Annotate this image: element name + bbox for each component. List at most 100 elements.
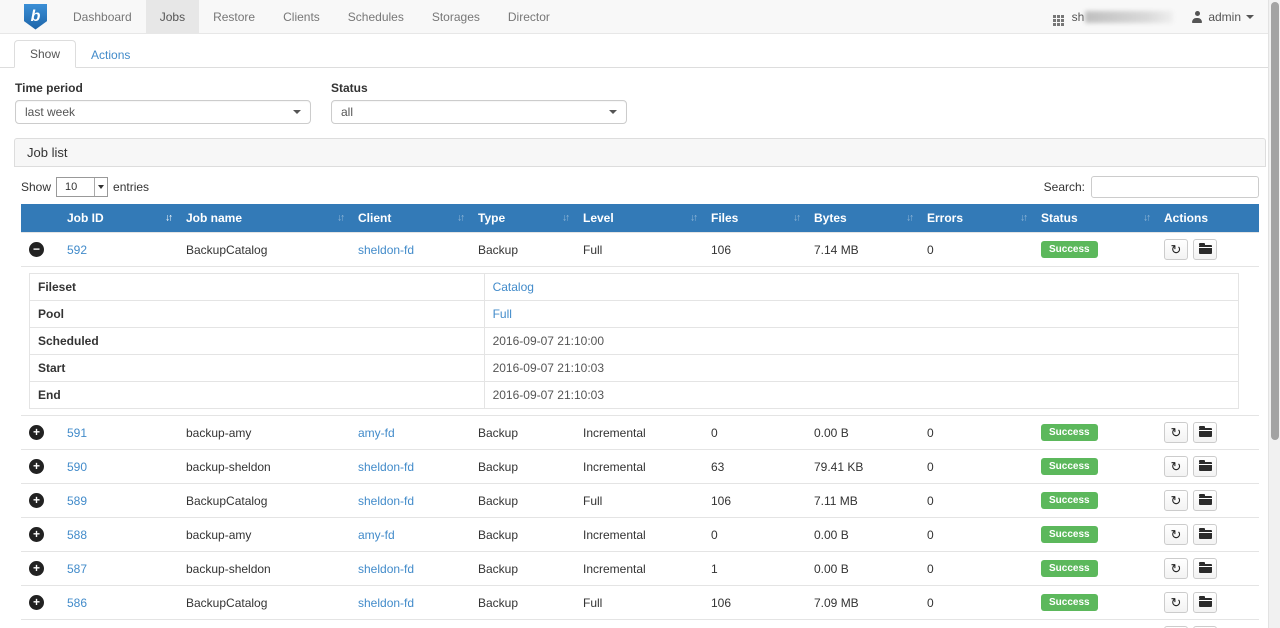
sort-icon: ↓↑: [1143, 213, 1151, 224]
sort-icon: ↓↑: [562, 213, 570, 224]
job-name-cell: backup-amy: [178, 416, 350, 450]
detail-row-start: Start2016-09-07 21:10:03: [30, 355, 1239, 382]
scrollbar-thumb[interactable]: [1271, 2, 1279, 440]
job-name-cell: BackupCatalog: [178, 484, 350, 518]
tab-actions[interactable]: Actions: [76, 42, 145, 68]
rerun-job-button[interactable]: ↻: [1164, 592, 1188, 613]
expand-row-button[interactable]: +: [29, 459, 44, 474]
expand-row-button[interactable]: +: [29, 527, 44, 542]
status-badge: Success: [1041, 526, 1098, 543]
column-label: Type: [478, 211, 505, 225]
errors-cell: 0: [919, 450, 1033, 484]
level-cell: Incremental: [575, 620, 703, 628]
client-link[interactable]: amy-fd: [358, 426, 395, 440]
rerun-job-button[interactable]: ↻: [1164, 456, 1188, 477]
rerun-job-button[interactable]: ↻: [1164, 490, 1188, 511]
level-cell: Full: [575, 484, 703, 518]
nav-item-schedules[interactable]: Schedules: [334, 0, 418, 33]
column-header-job-id[interactable]: Job ID↓↑: [59, 204, 178, 233]
column-header-client[interactable]: Client↓↑: [350, 204, 470, 233]
nav-item-clients[interactable]: Clients: [269, 0, 334, 33]
navbar-right: sh admin: [1053, 0, 1280, 33]
table-controls: Show 10 entries Search:: [21, 176, 1259, 198]
client-link[interactable]: amy-fd: [358, 528, 395, 542]
job-id-link[interactable]: 588: [67, 528, 87, 542]
rerun-job-button[interactable]: ↻: [1164, 422, 1188, 443]
restore-files-button[interactable]: [1193, 239, 1217, 260]
job-detail-table: FilesetCatalogPoolFullScheduled2016-09-0…: [29, 273, 1239, 409]
expanded-job-details: FilesetCatalogPoolFullScheduled2016-09-0…: [21, 267, 1259, 416]
job-id-link[interactable]: 592: [67, 243, 87, 257]
type-cell: Backup: [470, 484, 575, 518]
job-id-link[interactable]: 586: [67, 596, 87, 610]
client-link[interactable]: sheldon-fd: [358, 596, 414, 610]
restore-files-button[interactable]: [1193, 456, 1217, 477]
restore-files-button[interactable]: [1193, 422, 1217, 443]
main-menu: DashboardJobsRestoreClientsSchedulesStor…: [59, 0, 564, 33]
folder-icon: [1199, 598, 1212, 607]
column-header-job-name[interactable]: Job name↓↑: [178, 204, 350, 233]
client-link[interactable]: sheldon-fd: [358, 562, 414, 576]
search-input[interactable]: [1091, 176, 1259, 198]
expand-row-button[interactable]: +: [29, 493, 44, 508]
files-cell: 106: [703, 233, 806, 267]
sort-icon: ↓↑: [165, 213, 173, 224]
restore-files-button[interactable]: [1193, 490, 1217, 511]
tab-show[interactable]: Show: [14, 40, 76, 68]
caret-down-icon: [609, 110, 617, 114]
sort-icon: ↓↑: [690, 213, 698, 224]
column-header-errors[interactable]: Errors↓↑: [919, 204, 1033, 233]
baculum-shield-icon: b: [24, 4, 47, 30]
errors-cell: 0: [919, 620, 1033, 628]
expand-row-button[interactable]: +: [29, 561, 44, 576]
nav-item-storages[interactable]: Storages: [418, 0, 494, 33]
type-cell: Backup: [470, 586, 575, 620]
restore-files-button[interactable]: [1193, 558, 1217, 579]
job-id-link[interactable]: 590: [67, 460, 87, 474]
sort-icon: ↓↑: [906, 213, 914, 224]
nav-item-jobs[interactable]: Jobs: [146, 0, 199, 33]
nav-item-restore[interactable]: Restore: [199, 0, 269, 33]
files-cell: 0: [703, 416, 806, 450]
rerun-job-button[interactable]: ↻: [1164, 524, 1188, 545]
errors-cell: 0: [919, 552, 1033, 586]
client-link[interactable]: sheldon-fd: [358, 494, 414, 508]
client-link[interactable]: sheldon-fd: [358, 243, 414, 257]
rerun-job-button[interactable]: ↻: [1164, 239, 1188, 260]
detail-value[interactable]: Catalog: [493, 280, 534, 294]
files-cell: 63: [703, 450, 806, 484]
sort-icon: ↓↑: [1020, 213, 1028, 224]
job-id-link[interactable]: 589: [67, 494, 87, 508]
table-row: + 587 backup-sheldon sheldon-fd Backup I…: [21, 552, 1259, 586]
time-period-select[interactable]: last week: [15, 100, 311, 124]
status-label: Status: [331, 81, 627, 95]
baculum-logo[interactable]: b: [24, 0, 47, 33]
expand-row-button[interactable]: +: [29, 595, 44, 610]
column-header-status[interactable]: Status↓↑: [1033, 204, 1156, 233]
user-menu[interactable]: admin: [1191, 10, 1254, 24]
job-id-link[interactable]: 587: [67, 562, 87, 576]
job-id-link[interactable]: 591: [67, 426, 87, 440]
expand-row-button[interactable]: −: [29, 242, 44, 257]
entries-label: entries: [113, 180, 149, 194]
expand-row-button[interactable]: +: [29, 425, 44, 440]
rerun-job-button[interactable]: ↻: [1164, 558, 1188, 579]
detail-value[interactable]: Full: [493, 307, 512, 321]
nav-item-dashboard[interactable]: Dashboard: [59, 0, 146, 33]
column-header-files[interactable]: Files↓↑: [703, 204, 806, 233]
bytes-cell: 0.00 B: [806, 620, 919, 628]
page-length-select[interactable]: 10: [56, 177, 108, 197]
client-link[interactable]: sheldon-fd: [358, 460, 414, 474]
column-header-level[interactable]: Level↓↑: [575, 204, 703, 233]
type-cell: Backup: [470, 552, 575, 586]
detail-row-fileset: FilesetCatalog: [30, 274, 1239, 301]
job-list-panel: Job list Show 10 entries Search: Job ID↓…: [14, 138, 1266, 628]
column-header-bytes[interactable]: Bytes↓↑: [806, 204, 919, 233]
restore-files-button[interactable]: [1193, 524, 1217, 545]
status-select[interactable]: all: [331, 100, 627, 124]
restore-files-button[interactable]: [1193, 592, 1217, 613]
column-header-type[interactable]: Type ↓↑: [470, 204, 575, 233]
nav-item-director[interactable]: Director: [494, 0, 564, 33]
job-name-cell: backup-sheldon: [178, 552, 350, 586]
table-row: + 589 BackupCatalog sheldon-fd Backup Fu…: [21, 484, 1259, 518]
